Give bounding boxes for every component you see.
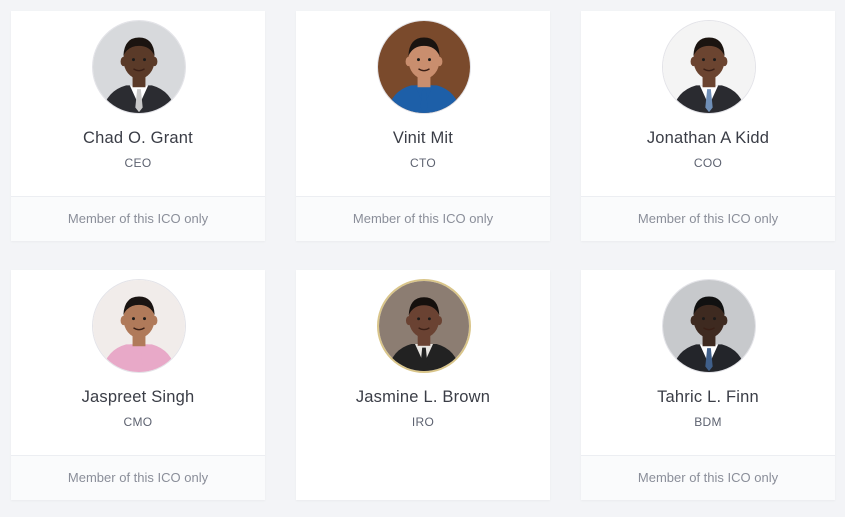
member-name: Vinit Mit xyxy=(392,129,454,147)
member-role: CTO xyxy=(409,156,436,170)
portrait-photo xyxy=(379,281,469,371)
avatar xyxy=(662,20,756,114)
avatar xyxy=(92,20,186,114)
member-role: BDM xyxy=(694,415,722,429)
member-role: COO xyxy=(693,156,723,170)
member-footer-note: Member of this ICO only xyxy=(11,196,265,241)
member-footer-note: Member of this ICO only xyxy=(296,196,550,241)
team-member-card[interactable]: Jasmine L. Brown IRO xyxy=(296,270,550,500)
portrait-photo xyxy=(93,280,185,372)
member-role: IRO xyxy=(411,415,435,429)
team-member-card[interactable]: Chad O. Grant CEO Member of this ICO onl… xyxy=(11,11,265,241)
member-footer-note: Member of this ICO only xyxy=(581,455,835,500)
member-name: Jonathan A Kidd xyxy=(646,129,770,147)
team-member-card[interactable]: Vinit Mit CTO Member of this ICO only xyxy=(296,11,550,241)
member-role: CMO xyxy=(123,415,153,429)
team-member-card[interactable]: Tahric L. Finn BDM Member of this ICO on… xyxy=(581,270,835,500)
portrait-photo xyxy=(378,21,470,113)
member-footer-note: Member of this ICO only xyxy=(11,455,265,500)
member-name: Tahric L. Finn xyxy=(657,388,759,406)
member-name: Jaspreet Singh xyxy=(81,388,195,406)
member-name: Jasmine L. Brown xyxy=(355,388,491,406)
member-footer-note: Member of this ICO only xyxy=(581,196,835,241)
avatar xyxy=(662,279,756,373)
avatar xyxy=(92,279,186,373)
avatar xyxy=(377,279,471,373)
team-member-card[interactable]: Jonathan A Kidd COO Member of this ICO o… xyxy=(581,11,835,241)
team-grid: Chad O. Grant CEO Member of this ICO onl… xyxy=(0,0,845,517)
avatar xyxy=(377,20,471,114)
portrait-photo xyxy=(93,21,185,113)
portrait-photo xyxy=(663,280,755,372)
portrait-photo xyxy=(663,21,755,113)
member-role: CEO xyxy=(124,156,152,170)
team-member-card[interactable]: Jaspreet Singh CMO Member of this ICO on… xyxy=(11,270,265,500)
member-name: Chad O. Grant xyxy=(83,129,193,147)
